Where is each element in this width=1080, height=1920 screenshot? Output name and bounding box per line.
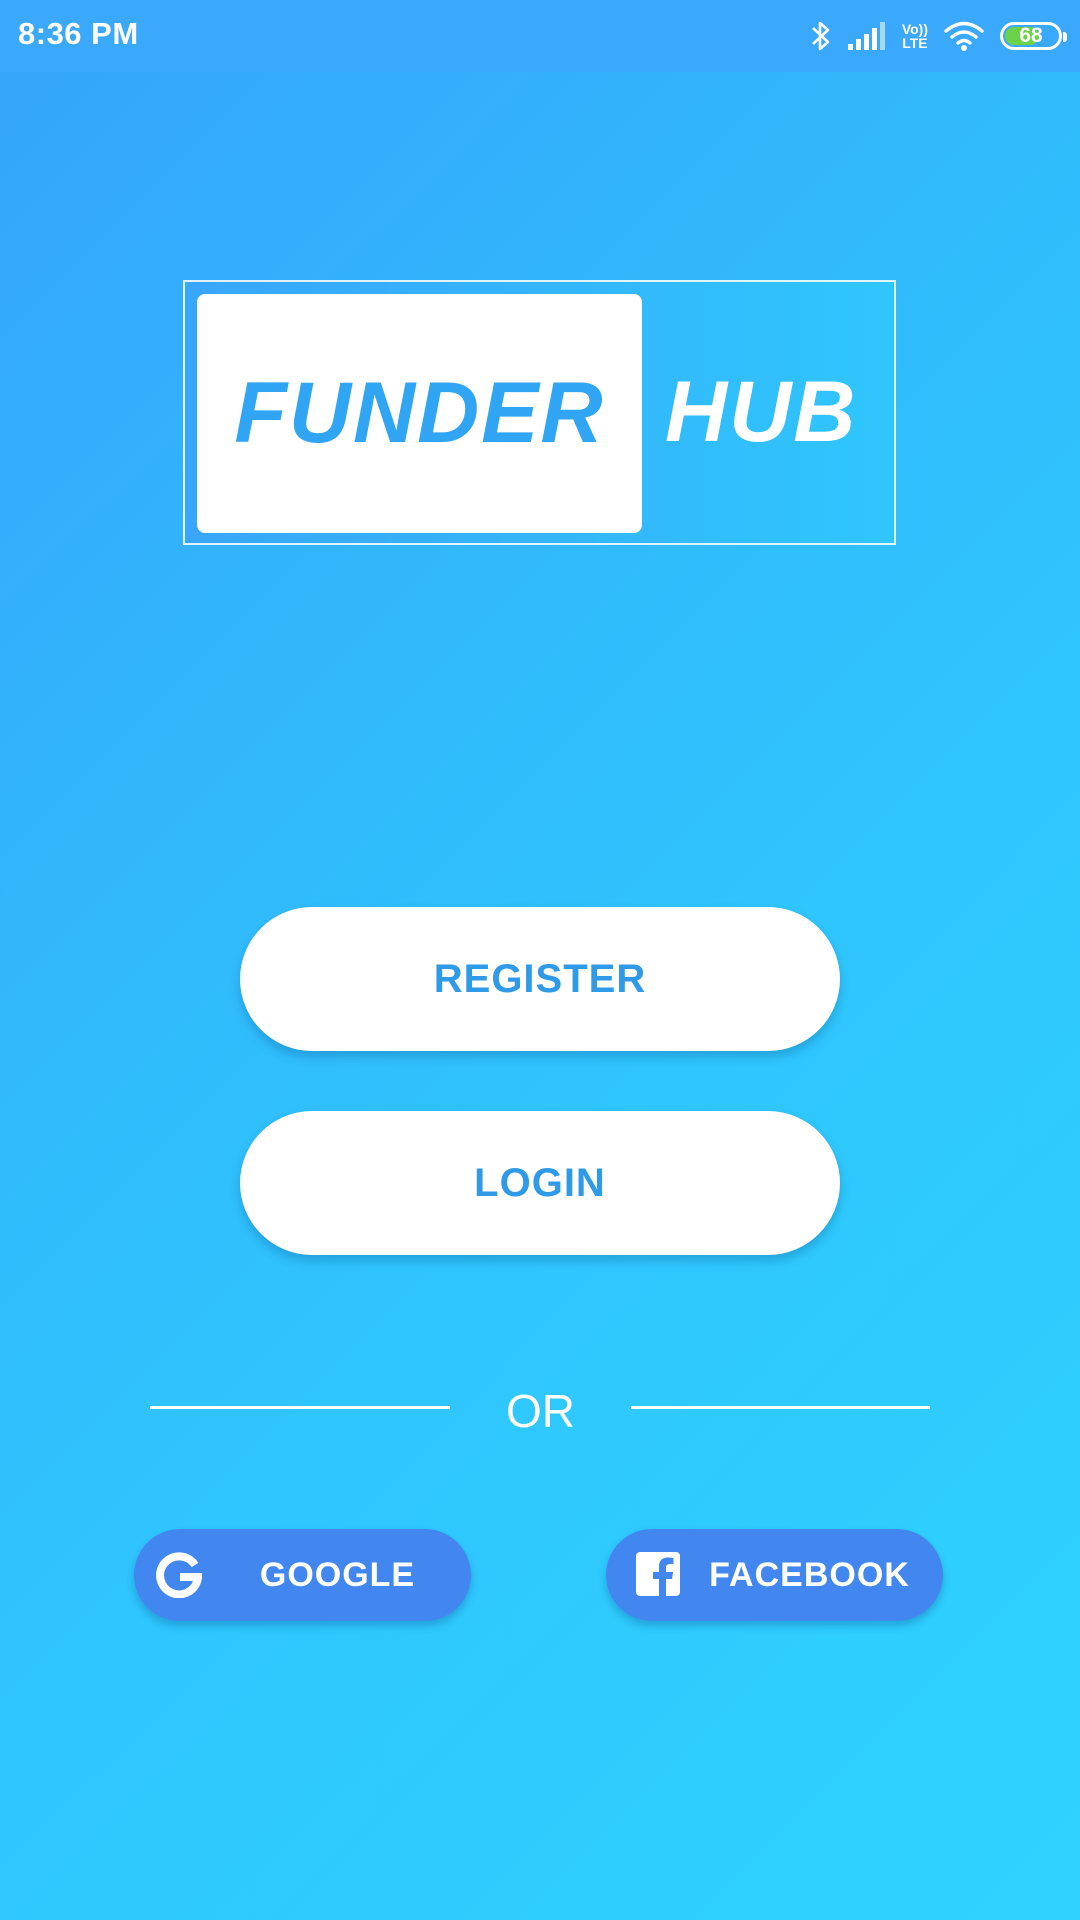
facebook-label: FACEBOOK [709,1555,910,1594]
facebook-icon [636,1552,682,1598]
app-logo: FUNDER HUB [183,280,896,545]
divider-line-left [150,1406,450,1409]
divider-line-right [631,1406,930,1409]
battery-nub [1063,32,1067,42]
or-text: OR [506,1385,575,1437]
lte-label: LTE [902,35,928,51]
battery-level: 68 [1019,24,1043,47]
battery-indicator: 68 [1000,22,1067,50]
volte-indicator: Vo)) LTE [902,22,928,50]
logo-white-panel: FUNDER [197,294,642,533]
login-button[interactable]: LOGIN [240,1111,840,1255]
volte-label: Vo)) [901,21,928,37]
or-divider: OR [150,1380,930,1440]
logo-hub-text: HUB [665,364,858,460]
google-label: GOOGLE [259,1555,416,1594]
google-icon [156,1552,203,1599]
signal-icon [847,22,886,50]
register-button[interactable]: REGISTER [240,907,840,1051]
status-bar: 8:36 PM Vo)) LTE 68 [0,0,1080,72]
status-icons: Vo)) LTE 68 [810,14,1067,58]
google-login-button[interactable]: GOOGLE [134,1529,471,1621]
logo-funder-text: FUNDER [234,365,605,461]
bluetooth-icon [810,19,832,53]
facebook-login-button[interactable]: FACEBOOK [606,1529,943,1621]
wifi-icon [944,20,984,52]
status-time: 8:36 PM [18,16,139,51]
